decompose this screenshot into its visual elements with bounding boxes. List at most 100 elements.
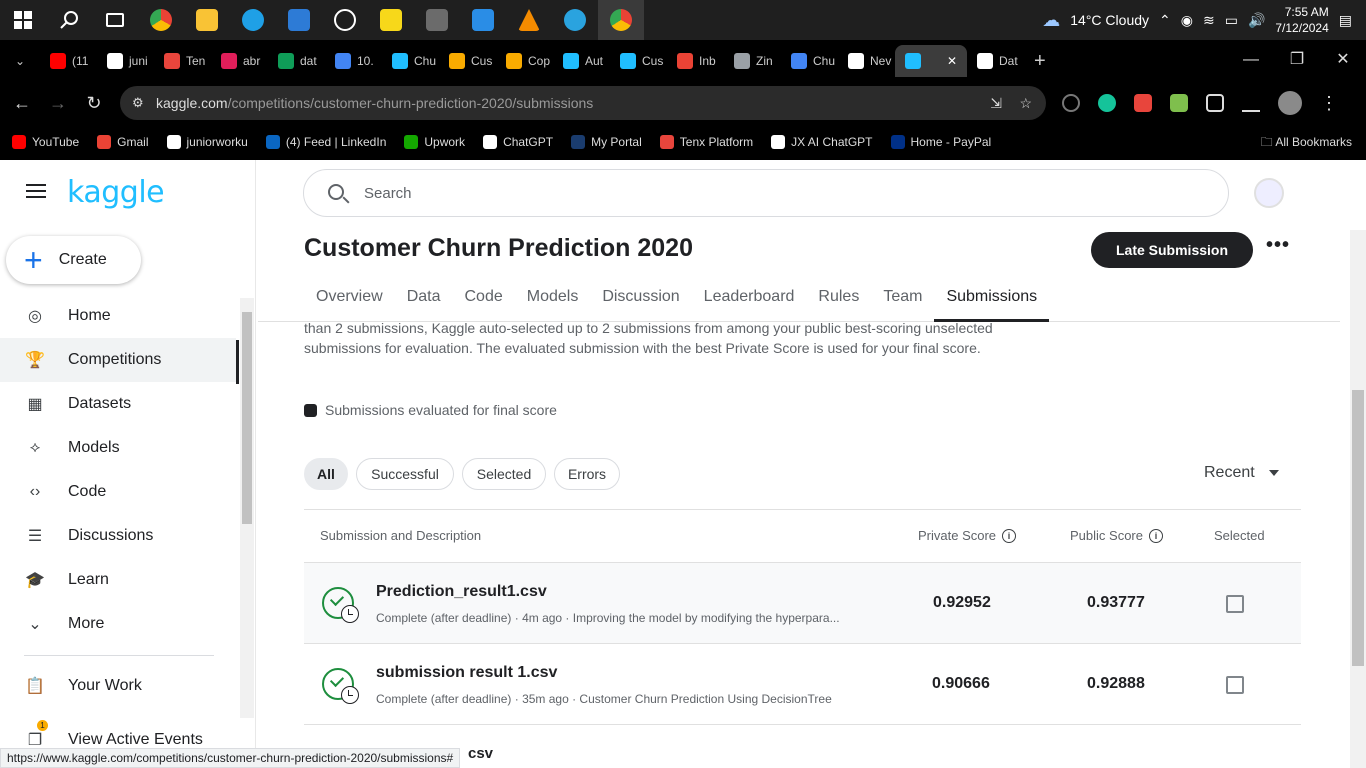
windows-start-icon[interactable] bbox=[0, 0, 46, 40]
submission-name[interactable]: submission result 1.csv bbox=[376, 664, 557, 682]
sidebar-scrollbar[interactable] bbox=[240, 298, 254, 718]
bookmark-item[interactable]: ChatGPT bbox=[483, 135, 553, 149]
site-settings-icon[interactable]: ⚙ bbox=[132, 95, 144, 111]
tab-models[interactable]: Models bbox=[515, 284, 591, 322]
browser-tab[interactable]: ✕ bbox=[895, 45, 967, 77]
info-icon[interactable]: i bbox=[1002, 528, 1017, 543]
address-bar[interactable]: ⚙ kaggle.com/competitions/customer-churn… bbox=[120, 86, 1046, 120]
bookmark-item[interactable]: YouTube bbox=[12, 135, 79, 149]
notification-icon[interactable]: ▤ bbox=[1339, 12, 1352, 29]
tab-submissions[interactable]: Submissions bbox=[934, 284, 1049, 322]
close-tab-icon[interactable]: ✕ bbox=[947, 54, 957, 68]
tab-list-chevron-icon[interactable]: ⌄ bbox=[0, 45, 40, 77]
file-explorer-icon[interactable] bbox=[184, 0, 230, 40]
install-app-icon[interactable]: ⇲ bbox=[990, 95, 1002, 112]
browser-tab[interactable]: Cop bbox=[496, 45, 553, 77]
sidebar-item-discussions[interactable]: ☰ Discussions bbox=[0, 514, 236, 558]
bookmark-star-icon[interactable]: ☆ bbox=[1019, 95, 1032, 112]
bookmark-item[interactable]: juniorworku bbox=[166, 135, 248, 149]
volume-icon[interactable]: 🔊 bbox=[1248, 12, 1265, 29]
back-button[interactable]: ← bbox=[4, 93, 40, 114]
task-view-icon[interactable] bbox=[92, 0, 138, 40]
weather-icon[interactable]: ☁ bbox=[1042, 10, 1060, 31]
submission-name-partial[interactable]: csv bbox=[468, 745, 493, 762]
browser-tab[interactable]: juni bbox=[97, 45, 154, 77]
info-icon[interactable]: i bbox=[1148, 528, 1163, 543]
bookmark-item[interactable]: Home - PayPal bbox=[890, 135, 991, 149]
submission-name[interactable]: Prediction_result1.csv bbox=[376, 583, 547, 601]
chrome-icon[interactable] bbox=[138, 0, 184, 40]
bookmark-item[interactable]: Tenx Platform bbox=[659, 135, 753, 149]
tab-leaderboard[interactable]: Leaderboard bbox=[692, 284, 807, 322]
extension-red-icon[interactable] bbox=[1134, 94, 1152, 112]
clock[interactable]: 7:55 AM 7/12/2024 bbox=[1275, 4, 1328, 36]
new-tab-button[interactable]: + bbox=[1024, 45, 1060, 77]
bookmark-item[interactable]: Gmail bbox=[97, 135, 149, 149]
tab-team[interactable]: Team bbox=[871, 284, 934, 322]
tab-data[interactable]: Data bbox=[395, 284, 453, 322]
bookmark-item[interactable]: My Portal bbox=[571, 135, 642, 149]
browser-tab[interactable]: dat bbox=[268, 45, 325, 77]
browser-tab[interactable]: Aut bbox=[553, 45, 610, 77]
selected-checkbox[interactable] bbox=[1226, 676, 1244, 694]
tab-rules[interactable]: Rules bbox=[806, 284, 871, 322]
user-avatar[interactable] bbox=[1254, 178, 1284, 208]
extension-spinner-icon[interactable] bbox=[1062, 94, 1080, 112]
battery-icon[interactable]: ▭ bbox=[1225, 12, 1238, 29]
profile-avatar-icon[interactable] bbox=[1278, 91, 1302, 115]
browser-tab[interactable]: Chu bbox=[781, 45, 838, 77]
record-icon[interactable]: ◉ bbox=[1181, 12, 1193, 29]
browser-tab[interactable]: Cus bbox=[610, 45, 667, 77]
sort-dropdown[interactable]: Recent bbox=[1204, 464, 1279, 482]
browser-tab[interactable]: Dat bbox=[967, 45, 1024, 77]
sidebar-item-learn[interactable]: 🎓 Learn bbox=[0, 558, 236, 602]
filter-successful[interactable]: Successful bbox=[356, 458, 454, 490]
extension-green-icon[interactable] bbox=[1170, 94, 1188, 112]
browser-tab[interactable]: (11 bbox=[40, 45, 97, 77]
bookmark-item[interactable]: JX AI ChatGPT bbox=[771, 135, 873, 149]
calculator-icon[interactable] bbox=[414, 0, 460, 40]
kaggle-logo[interactable]: kaggle bbox=[67, 175, 165, 210]
minimize-button[interactable]: — bbox=[1228, 40, 1274, 82]
filter-all[interactable]: All bbox=[304, 458, 348, 490]
chrome-active-icon[interactable] bbox=[598, 0, 644, 40]
chevron-up-icon[interactable]: ⌃ bbox=[1159, 12, 1171, 29]
edge-icon[interactable] bbox=[230, 0, 276, 40]
close-window-button[interactable]: ✕ bbox=[1320, 40, 1366, 82]
search-input[interactable]: Search bbox=[303, 169, 1229, 217]
filter-errors[interactable]: Errors bbox=[554, 458, 620, 490]
weather-text[interactable]: 14°C Cloudy bbox=[1070, 12, 1149, 28]
media-player-icon[interactable] bbox=[322, 0, 368, 40]
restore-button[interactable]: ❐ bbox=[1274, 40, 1320, 82]
all-bookmarks-button[interactable]: 🗀 All Bookmarks bbox=[1261, 124, 1352, 160]
tab-code[interactable]: Code bbox=[452, 284, 514, 322]
mail-icon[interactable] bbox=[276, 0, 322, 40]
extensions-puzzle-icon[interactable] bbox=[1206, 94, 1224, 112]
sidebar-item-your-work[interactable]: 📋 Your Work bbox=[0, 664, 236, 708]
tab-discussion[interactable]: Discussion bbox=[590, 284, 691, 322]
browser-tab[interactable]: Cus bbox=[439, 45, 496, 77]
filter-selected[interactable]: Selected bbox=[462, 458, 546, 490]
sidebar-item-code[interactable]: ‹› Code bbox=[0, 470, 236, 514]
vlc-icon[interactable] bbox=[506, 0, 552, 40]
chrome-menu-icon[interactable]: ⋮ bbox=[1320, 93, 1338, 114]
sidebar-item-home[interactable]: ◎ Home bbox=[0, 294, 236, 338]
reload-button[interactable]: ↻ bbox=[76, 93, 112, 114]
sidebar-item-competitions[interactable]: 🏆 Competitions bbox=[0, 338, 236, 382]
browser-tab[interactable]: Zin bbox=[724, 45, 781, 77]
browser-tab[interactable]: abr bbox=[211, 45, 268, 77]
create-button[interactable]: + Create bbox=[6, 236, 141, 284]
telegram-icon[interactable] bbox=[552, 0, 598, 40]
more-options-icon[interactable]: ••• bbox=[1266, 234, 1290, 257]
grammarly-icon[interactable] bbox=[1098, 94, 1116, 112]
sidebar-item-more[interactable]: ⌄ More bbox=[0, 602, 236, 646]
table-row[interactable]: submission result 1.csv Complete (after … bbox=[304, 644, 1301, 725]
browser-tab[interactable]: Ten bbox=[154, 45, 211, 77]
bookmark-item[interactable]: Upwork bbox=[404, 135, 465, 149]
sticky-notes-icon[interactable] bbox=[368, 0, 414, 40]
late-submission-button[interactable]: Late Submission bbox=[1091, 232, 1253, 268]
browser-tab[interactable]: Chu bbox=[382, 45, 439, 77]
taskbar-search-icon[interactable] bbox=[46, 0, 92, 40]
bookmark-item[interactable]: (4) Feed | LinkedIn bbox=[265, 135, 386, 149]
browser-tab[interactable]: Nev bbox=[838, 45, 895, 77]
